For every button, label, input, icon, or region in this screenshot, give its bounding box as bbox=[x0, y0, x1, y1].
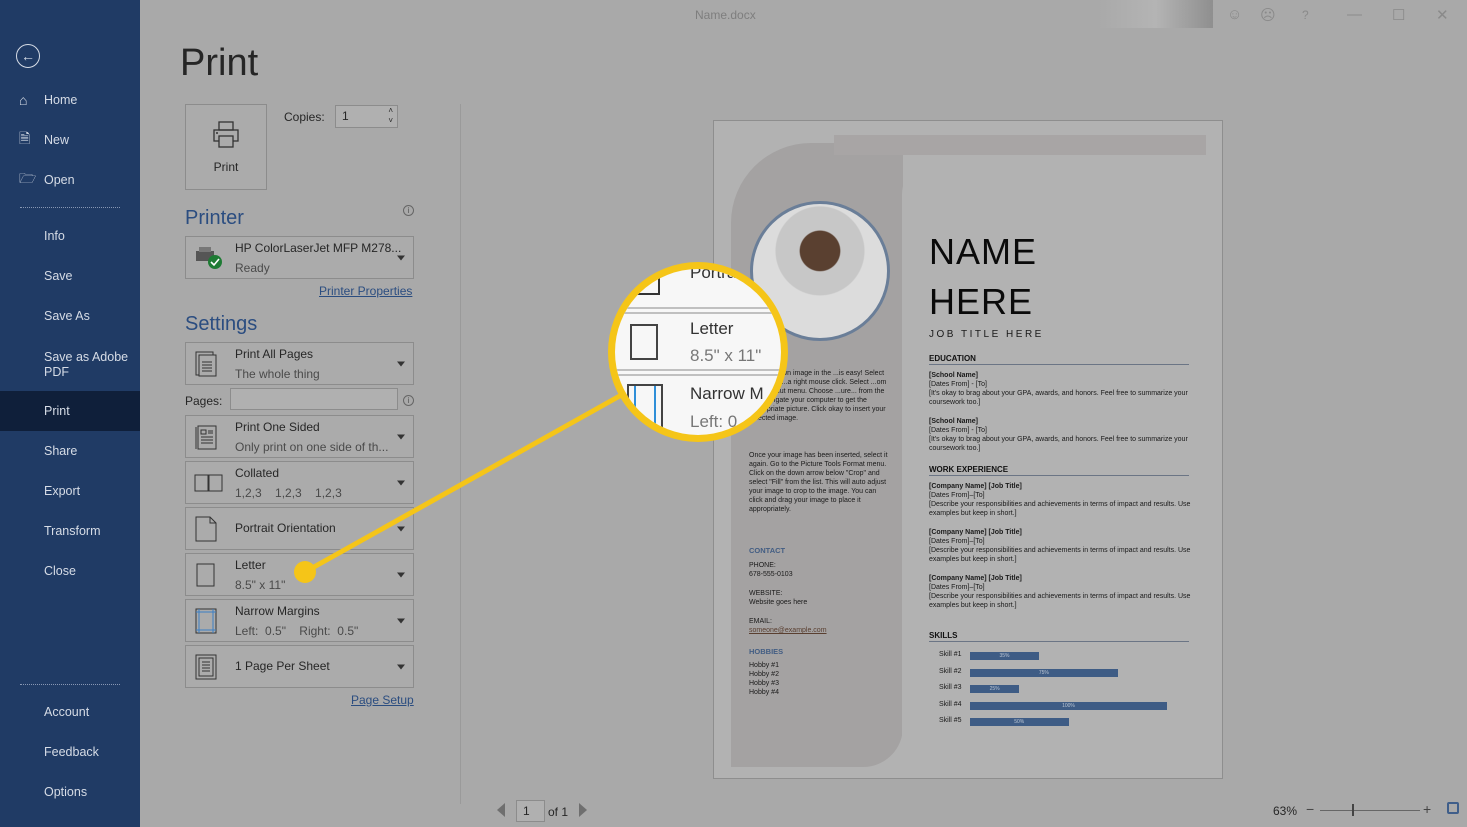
divider bbox=[615, 307, 781, 309]
margins-icon bbox=[627, 384, 663, 434]
divider bbox=[615, 369, 781, 371]
magnified-margins-sub: Left: 0 bbox=[690, 412, 738, 431]
magnifier-callout: Portrait Letter 8.5" x 11" Narrow M Left… bbox=[608, 262, 788, 442]
divider bbox=[615, 312, 781, 314]
page-number-input[interactable]: 1 bbox=[516, 800, 545, 822]
paper-size-icon bbox=[630, 324, 658, 360]
page-count: of 1 bbox=[548, 805, 569, 819]
zoom-in-button[interactable]: + bbox=[1423, 801, 1431, 817]
magnified-size-label: 8.5" x 11" bbox=[690, 346, 762, 365]
divider bbox=[615, 374, 781, 376]
previous-page-icon[interactable] bbox=[497, 803, 505, 817]
zoom-to-page-icon[interactable] bbox=[1447, 802, 1459, 814]
zoom-level[interactable]: 63% bbox=[1273, 804, 1297, 818]
next-page-icon[interactable] bbox=[579, 803, 587, 817]
zoom-out-button[interactable]: − bbox=[1306, 801, 1314, 817]
zoom-slider[interactable] bbox=[1320, 810, 1420, 811]
magnified-letter-label: Letter bbox=[690, 319, 734, 338]
zoom-slider-handle[interactable] bbox=[1352, 804, 1354, 816]
magnified-margins-label: Narrow M bbox=[690, 384, 764, 403]
